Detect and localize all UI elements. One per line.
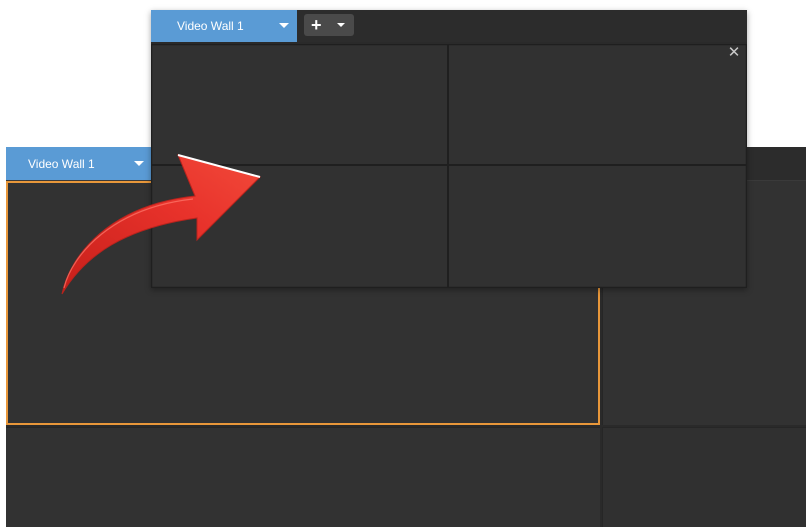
video-cell[interactable] — [6, 427, 600, 527]
plus-icon: + — [311, 15, 322, 35]
caret-down-icon[interactable] — [134, 161, 144, 166]
foreground-tab-label: Video Wall 1 — [177, 19, 244, 33]
background-tab-label: Video Wall 1 — [28, 156, 95, 171]
video-cell[interactable] — [151, 44, 447, 164]
add-video-wall-button[interactable]: + — [304, 14, 354, 36]
foreground-tab-bar: Video Wall 1 + — [151, 10, 747, 42]
foreground-video-wall-tab[interactable]: Video Wall 1 — [151, 10, 297, 42]
foreground-video-wall-window: Video Wall 1 + ✕ — [151, 10, 747, 288]
caret-down-icon[interactable] — [337, 23, 345, 27]
background-video-wall-tab[interactable]: Video Wall 1 — [6, 147, 151, 180]
video-cell[interactable] — [151, 166, 447, 288]
close-icon[interactable]: ✕ — [727, 45, 741, 60]
caret-down-icon[interactable] — [279, 23, 289, 28]
foreground-video-grid — [151, 44, 747, 288]
video-cell[interactable] — [449, 44, 747, 164]
video-cell[interactable] — [449, 166, 747, 288]
video-cell[interactable] — [602, 427, 806, 527]
